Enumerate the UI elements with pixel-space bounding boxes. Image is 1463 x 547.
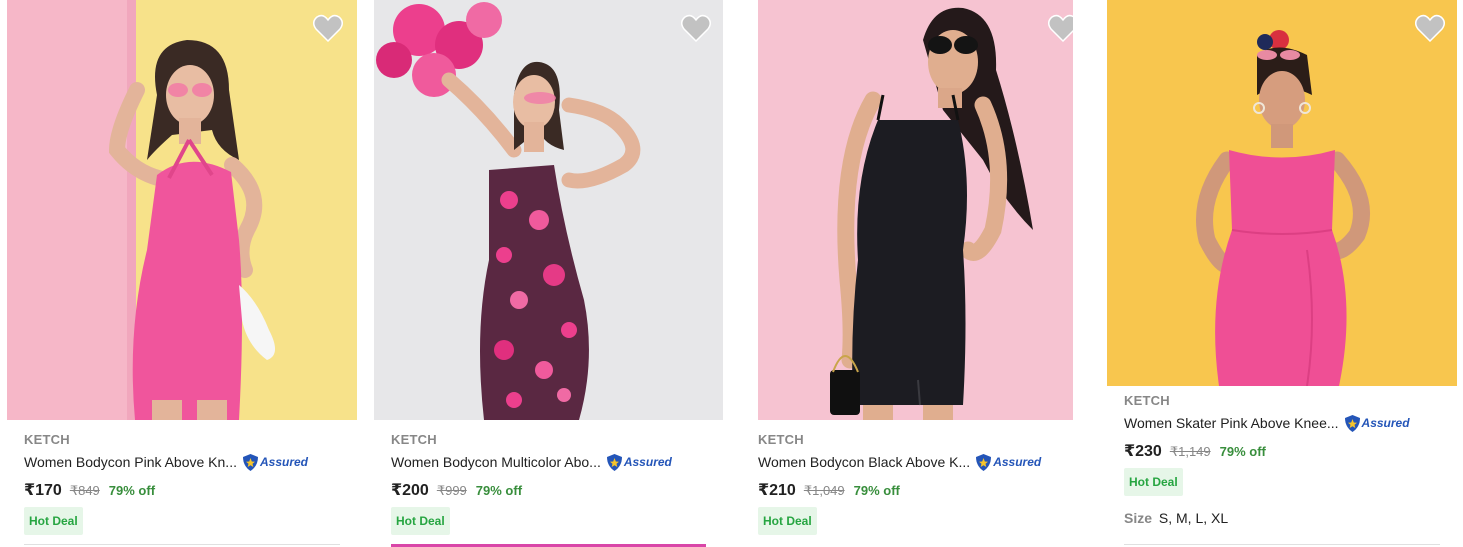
original-price: ₹999 xyxy=(436,483,467,498)
product-photo-illustration xyxy=(374,0,723,420)
size-values: S, M, L, XL xyxy=(1158,510,1229,526)
assured-badge: Assured xyxy=(1344,414,1410,433)
original-price: ₹1,149 xyxy=(1169,444,1211,459)
discount-label: 79% off xyxy=(475,483,523,498)
assured-badge: Assured xyxy=(606,453,672,472)
product-photo-illustration xyxy=(758,0,1073,420)
product-title[interactable]: Women Bodycon Black Above K... xyxy=(758,454,970,470)
assured-label: Assured xyxy=(623,455,672,469)
assured-label: Assured xyxy=(1361,416,1410,430)
product-title-row: Women Bodycon Multicolor Abo... Assured xyxy=(391,451,672,473)
selling-price: ₹170 xyxy=(24,482,62,499)
selling-price: ₹200 xyxy=(391,482,429,499)
product-title-row: Women Bodycon Pink Above Kn... Assured xyxy=(24,451,308,473)
size-options: Size S, M, L, XL xyxy=(1124,510,1228,526)
product-brand: KETCH xyxy=(758,432,804,447)
product-brand: KETCH xyxy=(24,432,70,447)
assured-shield-icon xyxy=(606,453,622,471)
discount-label: 79% off xyxy=(853,483,900,498)
assured-shield-icon xyxy=(1344,414,1360,432)
product-image[interactable] xyxy=(758,0,1073,420)
hot-deal-badge: Hot Deal xyxy=(1124,468,1183,496)
product-image[interactable] xyxy=(374,0,723,420)
card-divider xyxy=(24,544,340,545)
product-photo-illustration xyxy=(1107,0,1457,386)
product-title-row: Women Skater Pink Above Knee... Assured xyxy=(1124,412,1410,434)
product-brand: KETCH xyxy=(391,432,437,447)
size-label: Size xyxy=(1124,510,1153,526)
discount-label: 79% off xyxy=(1219,444,1266,459)
price-row: ₹170 ₹849 79% off xyxy=(24,480,155,500)
price-row: ₹230 ₹1,149 79% off xyxy=(1124,441,1266,461)
assured-badge: Assured xyxy=(242,453,308,472)
hot-deal-badge: Hot Deal xyxy=(391,507,450,535)
product-brand: KETCH xyxy=(1124,393,1170,408)
heart-icon[interactable] xyxy=(1048,14,1073,43)
original-price: ₹849 xyxy=(69,483,100,498)
assured-badge: Assured xyxy=(975,453,1041,472)
product-photo-illustration xyxy=(7,0,357,420)
assured-shield-icon xyxy=(976,453,992,471)
heart-icon[interactable] xyxy=(681,14,711,43)
assured-label: Assured xyxy=(259,455,309,469)
hot-deal-badge: Hot Deal xyxy=(24,507,83,535)
product-title[interactable]: Women Skater Pink Above Knee... xyxy=(1124,415,1339,431)
product-info: KETCH Women Bodycon Multicolor Abo... As… xyxy=(391,432,721,542)
product-info: KETCH Women Skater Pink Above Knee... As… xyxy=(1124,393,1454,543)
assured-shield-icon xyxy=(242,453,258,471)
hot-deal-badge: Hot Deal xyxy=(758,507,817,535)
card-divider xyxy=(1124,544,1440,545)
price-row: ₹200 ₹999 79% off xyxy=(391,480,522,500)
product-title[interactable]: Women Bodycon Pink Above Kn... xyxy=(24,454,237,470)
product-title-row: Women Bodycon Black Above K... Assured xyxy=(758,451,1041,473)
original-price: ₹1,049 xyxy=(803,483,845,498)
selling-price: ₹230 xyxy=(1124,443,1162,460)
heart-icon[interactable] xyxy=(1415,14,1445,43)
product-image[interactable] xyxy=(7,0,357,420)
selling-price: ₹210 xyxy=(758,482,796,499)
product-image[interactable] xyxy=(1107,0,1457,386)
assured-label: Assured xyxy=(993,455,1042,469)
product-info: KETCH Women Bodycon Black Above K... Ass… xyxy=(758,432,1088,542)
discount-label: 79% off xyxy=(108,483,156,498)
product-title[interactable]: Women Bodycon Multicolor Abo... xyxy=(391,454,601,470)
heart-icon[interactable] xyxy=(313,14,343,43)
price-row: ₹210 ₹1,049 79% off xyxy=(758,480,900,500)
product-info: KETCH Women Bodycon Pink Above Kn... Ass… xyxy=(24,432,354,542)
